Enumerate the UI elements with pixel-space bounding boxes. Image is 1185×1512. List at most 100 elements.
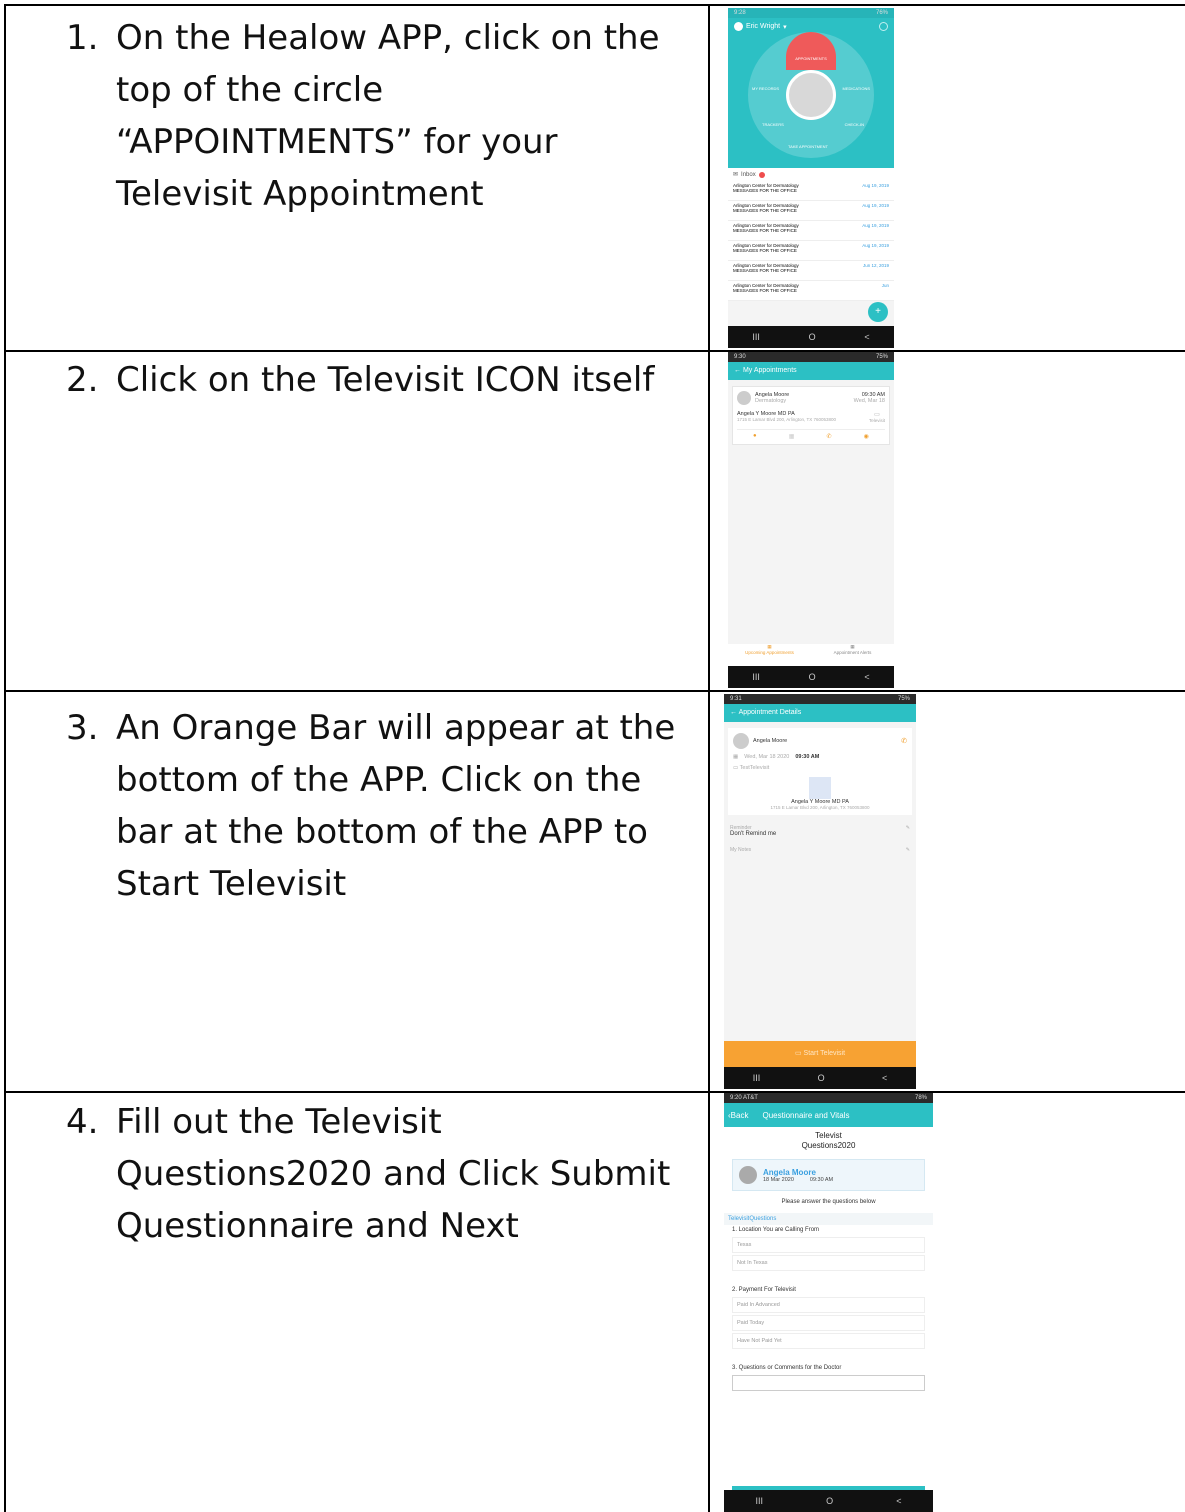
step-2: 2. Click on the Televisit ICON itself <box>66 354 686 406</box>
televisit-button[interactable]: ▭ Televisit <box>869 411 885 423</box>
message-row[interactable]: Arlington Center for Dermatology MESSAGES… <box>728 281 894 301</box>
screenshot-my-appointments: 9:30 75% ← My Appointments Angela Moore … <box>728 352 894 688</box>
back-button[interactable]: < <box>864 332 869 342</box>
compose-button[interactable]: + <box>868 302 888 322</box>
inbox-header[interactable]: ✉ Inbox <box>728 168 894 181</box>
android-nav-bar: III O < <box>728 666 894 688</box>
battery-level: 75% <box>875 354 888 360</box>
answer-option[interactable]: Not In Texas <box>732 1255 925 1271</box>
tab-alerts[interactable]: ▦ Appointment Alerts <box>811 644 894 666</box>
phone-icon[interactable]: ✆ <box>901 737 907 745</box>
home-button[interactable]: O <box>818 1073 825 1083</box>
android-nav-bar: III O < <box>724 1067 916 1089</box>
appointment-time: 09:30 AM <box>795 754 820 760</box>
video-camera-icon: ▭ <box>794 1050 802 1057</box>
answer-option[interactable]: Have Not Paid Yet <box>732 1333 925 1349</box>
edit-notes-icon[interactable]: ✎ <box>906 847 910 853</box>
message-date: Jun <box>881 283 889 288</box>
home-button[interactable]: O <box>809 332 816 342</box>
calendar-icon[interactable]: ▦ <box>789 433 795 440</box>
home-button[interactable]: O <box>809 672 816 682</box>
appointment-date: 18 Mar 2020 <box>763 1176 794 1183</box>
table-border-top <box>4 4 1185 6</box>
avatar <box>739 1166 757 1184</box>
answer-option[interactable]: Paid Today <box>732 1315 925 1331</box>
question-2: 2. Payment For Televisit <box>732 1287 796 1293</box>
visit-type: Televisit <box>868 418 885 423</box>
step-text: On the Healow APP, click on the top of t… <box>116 18 660 214</box>
start-televisit-label: Start Televisit <box>803 1050 846 1057</box>
step-number: 2. <box>66 360 99 400</box>
comments-input[interactable] <box>732 1375 925 1391</box>
back-button[interactable]: < <box>864 672 869 682</box>
message-row[interactable]: Arlington Center for Dermatology MESSAGES… <box>728 181 894 201</box>
step-3: 3. An Orange Bar will appear at the bott… <box>66 702 686 910</box>
inbox-icon: ✉ <box>733 172 739 178</box>
app-bar: ← My Appointments <box>728 362 894 380</box>
answer-option[interactable]: Paid In Advanced <box>732 1297 925 1313</box>
back-button[interactable]: < <box>882 1073 887 1083</box>
back-arrow-icon[interactable]: ← <box>734 367 741 374</box>
message-date: Jun 12, 2019 <box>862 263 889 268</box>
appointments-label: APPOINTMENTS <box>795 56 827 61</box>
step-text: Click on the Televisit ICON itself <box>116 360 655 400</box>
screenshot-appointment-details: 9:31 75% ← Appointment Details Angela Mo… <box>724 694 916 1089</box>
message-date: Aug 19, 2019 <box>862 203 889 208</box>
my-records-label[interactable]: MY RECORDS <box>752 86 779 91</box>
form-title: Televist Questions2020 <box>801 1131 856 1150</box>
location-icon[interactable]: ● <box>753 433 757 440</box>
view-icon[interactable]: ◉ <box>864 433 869 440</box>
patient-name: Angela Moore <box>763 1167 816 1177</box>
calendar-icon: ▦ <box>733 754 739 760</box>
notes-label: My Notes <box>730 847 752 853</box>
message-row[interactable]: Arlington Center for Dermatology MESSAGES… <box>728 241 894 261</box>
appointment-date: Wed, Mar 18 <box>853 398 885 404</box>
chevron-down-icon[interactable]: ▾ <box>783 23 787 31</box>
step-4: 4. Fill out the Televisit Questions2020 … <box>66 1096 686 1252</box>
message-subject: MESSAGES FOR THE OFFICE <box>733 288 797 293</box>
settings-icon[interactable] <box>879 22 888 31</box>
medications-label[interactable]: MEDICATIONS <box>843 86 870 91</box>
notes-row[interactable]: My Notes ✎ <box>730 847 910 853</box>
status-bar: 9:31 75% <box>724 694 916 704</box>
message-row[interactable]: Arlington Center for Dermatology MESSAGES… <box>728 221 894 241</box>
department: Dermatology <box>755 398 787 404</box>
status-time: 9:28 <box>734 10 746 16</box>
status-time: 9:30 <box>734 354 746 360</box>
patient-name: Angela Moore <box>753 738 788 744</box>
check-in-label[interactable]: CHECK-IN <box>845 122 864 127</box>
recent-apps-button[interactable]: III <box>752 332 760 342</box>
take-appointment-label[interactable]: TAKE APPOINTMENT <box>788 144 828 149</box>
message-subject: MESSAGES FOR THE OFFICE <box>733 268 797 273</box>
step-number: 3. <box>66 708 99 748</box>
recent-apps-button[interactable]: III <box>753 1073 761 1083</box>
avatar <box>737 391 751 405</box>
recent-apps-button[interactable]: III <box>756 1496 764 1506</box>
section-header: TelevisitQuestions <box>724 1213 933 1225</box>
message-list: Arlington Center for Dermatology MESSAGES… <box>728 181 894 301</box>
user-name[interactable]: Eric Wright <box>746 23 780 30</box>
answer-option[interactable]: Texas <box>732 1237 925 1253</box>
trackers-label[interactable]: TRACKERS <box>762 122 784 127</box>
phone-icon[interactable]: ✆ <box>827 433 832 440</box>
page-title: Questionnaire and Vitals <box>762 1110 850 1120</box>
screenshot-home: 9:28 76% Eric Wright ▾ APPOINTMENTS MY R… <box>728 8 894 348</box>
message-subject: MESSAGES FOR THE OFFICE <box>733 248 797 253</box>
message-row[interactable]: Arlington Center for Dermatology MESSAGES… <box>728 201 894 221</box>
status-time: 9:31 <box>730 696 742 702</box>
back-arrow-icon[interactable]: ← <box>730 709 737 716</box>
appointments-segment[interactable] <box>786 32 836 70</box>
appointment-card[interactable]: Angela Moore Dermatology 09:30 AM Wed, M… <box>732 386 890 445</box>
tab-upcoming[interactable]: ▦ Upcoming Appointments <box>728 644 811 666</box>
edit-icon[interactable]: ✎ <box>906 825 910 837</box>
message-row[interactable]: Arlington Center for Dermatology MESSAGES… <box>728 261 894 281</box>
recent-apps-button[interactable]: III <box>752 672 760 682</box>
back-link[interactable]: ‹Back <box>728 1111 748 1120</box>
home-button[interactable]: O <box>826 1496 833 1506</box>
back-button[interactable]: < <box>896 1496 901 1506</box>
start-televisit-bar[interactable]: ▭ Start Televisit <box>724 1041 916 1067</box>
step-1: 1. On the Healow APP, click on the top o… <box>66 12 686 220</box>
reminder-value: Don't Remind me <box>730 831 777 837</box>
message-subject: MESSAGES FOR THE OFFICE <box>733 228 797 233</box>
reminder-row[interactable]: Reminder Don't Remind me ✎ <box>730 825 910 837</box>
